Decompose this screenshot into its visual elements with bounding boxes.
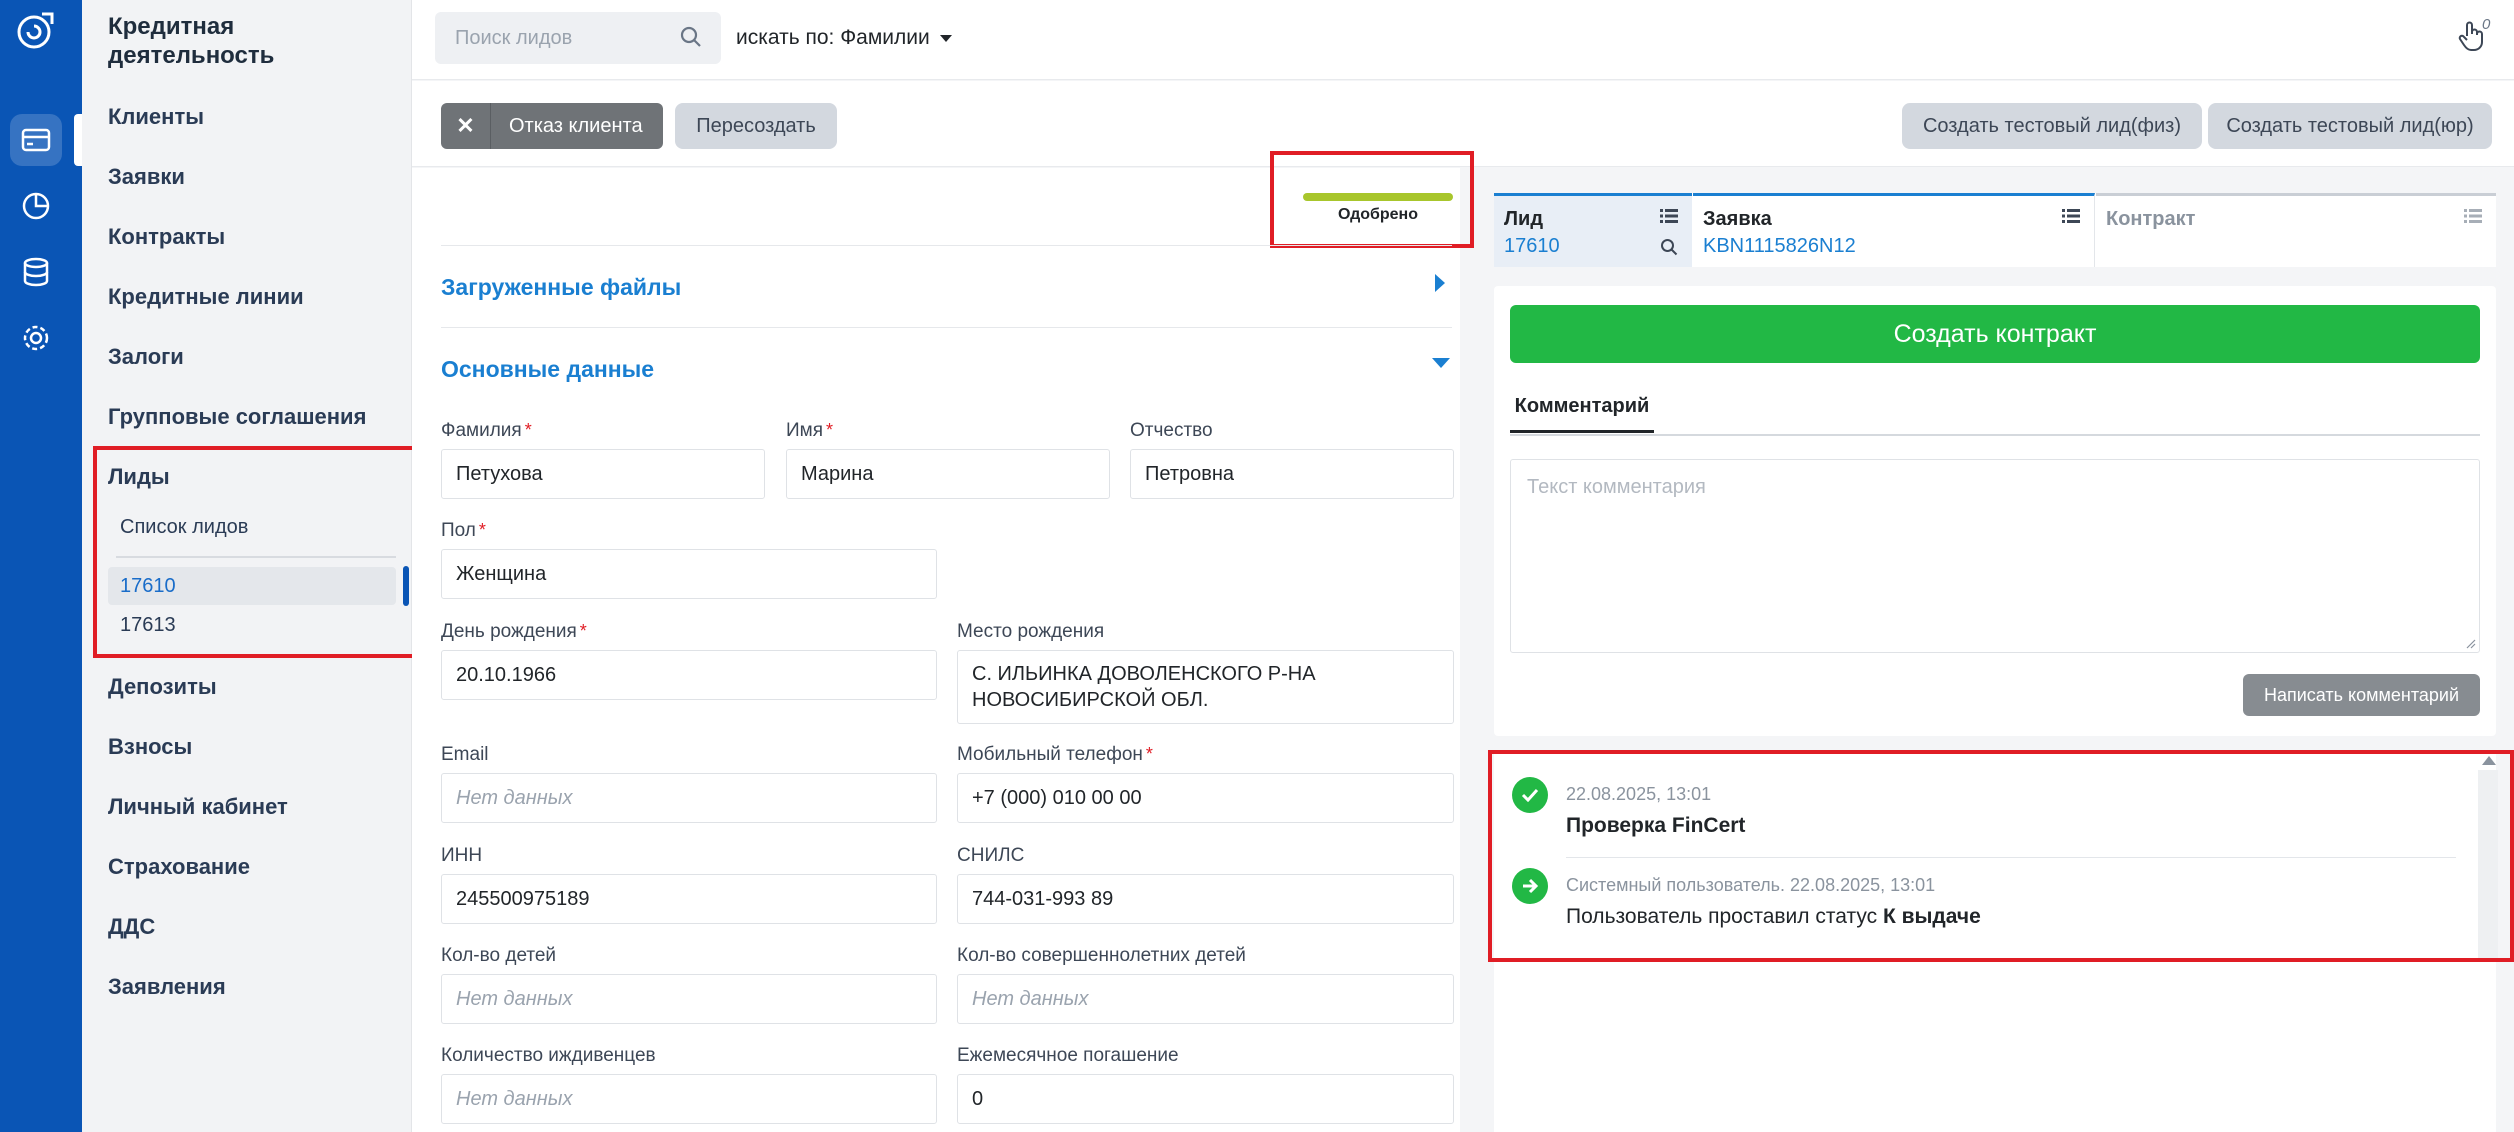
- tab-lead[interactable]: Лид 17610: [1494, 193, 1692, 267]
- list-icon[interactable]: [2464, 208, 2482, 224]
- tab-application[interactable]: Заявка KBN1115826N12: [1693, 193, 2095, 267]
- write-comment-button[interactable]: Написать комментарий: [2243, 674, 2480, 716]
- rail-active-indicator: [74, 114, 82, 166]
- tab-comment[interactable]: Комментарий: [1510, 395, 1654, 433]
- patronymic-field[interactable]: Петровна: [1130, 449, 1454, 499]
- birthplace-label: Место рождения: [957, 621, 1105, 642]
- tab-lead-value[interactable]: 17610: [1504, 235, 1682, 258]
- resize-grip-icon[interactable]: [2466, 639, 2476, 649]
- create-test-lead-phys-button[interactable]: Создать тестовый лид(физ): [1902, 103, 2202, 149]
- phone-label: Мобильный телефон *: [957, 744, 1153, 765]
- section-main-data[interactable]: Основные данные: [441, 356, 654, 383]
- inn-field[interactable]: 245500975189: [441, 874, 937, 924]
- name-label: Имя *: [786, 420, 834, 441]
- search-input[interactable]: [435, 12, 721, 64]
- nav-item-personal-account[interactable]: Личный кабинет: [108, 794, 288, 820]
- comment-tab-underline: [1510, 434, 2480, 436]
- list-icon[interactable]: [1660, 208, 1678, 224]
- rail-credit-button[interactable]: [10, 114, 62, 166]
- tab-contract[interactable]: Контракт: [2096, 193, 2496, 267]
- nav-item-insurance[interactable]: Страхование: [108, 854, 250, 880]
- adult-children-label: Кол-во совершеннолетних детей: [957, 945, 1246, 966]
- entity-tabs: Лид 17610 Заявка KBN1115826N12 Контракт: [1494, 193, 2496, 267]
- logo-icon: [17, 12, 54, 49]
- patronymic-label: Отчество: [1130, 420, 1213, 441]
- nav-item-collateral[interactable]: Залоги: [108, 344, 184, 370]
- card-icon: [21, 128, 51, 152]
- snils-label: СНИЛС: [957, 845, 1025, 866]
- inn-label: ИНН: [441, 845, 483, 866]
- database-icon: [23, 257, 49, 287]
- chevron-down-icon: [939, 34, 952, 42]
- monthly-payment-field[interactable]: 0: [957, 1074, 1454, 1124]
- settings-icon: [23, 325, 49, 351]
- surname-label: Фамилия *: [441, 420, 532, 441]
- dependents-label: Количество иждивенцев: [441, 1045, 656, 1066]
- highlight-status-box: [1270, 151, 1474, 248]
- nav-item-applications[interactable]: Заявки: [108, 164, 185, 190]
- children-field[interactable]: Нет данных: [441, 974, 937, 1024]
- children-label: Кол-во детей: [441, 945, 557, 966]
- birthplace-field[interactable]: С. ИЛЬИНКА ДОВОЛЕНСКОГО Р-НА НОВОСИБИРСК…: [957, 650, 1454, 724]
- email-field[interactable]: Нет данных: [441, 773, 937, 823]
- nav-title: Кредитная деятельность: [108, 13, 275, 69]
- search-icon[interactable]: [680, 26, 702, 48]
- section-uploaded-files[interactable]: Загруженные файлы: [441, 274, 681, 301]
- nav-item-deposits[interactable]: Депозиты: [108, 674, 217, 700]
- tab-application-value[interactable]: KBN1115826N12: [1703, 235, 2084, 258]
- tab-lead-title: Лид: [1504, 208, 1544, 230]
- recreate-button[interactable]: Пересоздать: [675, 103, 837, 149]
- snils-field[interactable]: 744-031-993 89: [957, 874, 1454, 924]
- nav-item-payments[interactable]: Взносы: [108, 734, 192, 760]
- create-contract-button[interactable]: Создать контракт: [1510, 305, 2480, 363]
- email-label: Email: [441, 744, 489, 765]
- icon-rail: [0, 0, 82, 1132]
- birthday-label: День рождения *: [441, 621, 587, 642]
- monthly-payment-label: Ежемесячное погашение: [957, 1045, 1179, 1066]
- rail-database-button[interactable]: [10, 246, 62, 298]
- dependents-field[interactable]: Нет данных: [441, 1074, 937, 1124]
- surname-field[interactable]: Петухова: [441, 449, 765, 499]
- nav-item-clients[interactable]: Клиенты: [108, 104, 204, 130]
- search-icon[interactable]: [1660, 238, 1678, 256]
- logo[interactable]: [14, 8, 58, 52]
- pie-chart-icon: [22, 192, 50, 220]
- search-by-dropdown[interactable]: искать по: Фамилии: [736, 26, 952, 50]
- phone-field[interactable]: +7 (000) 010 00 00: [957, 773, 1454, 823]
- tab-application-title: Заявка: [1703, 208, 1772, 230]
- gender-label: Пол *: [441, 520, 486, 541]
- gender-select[interactable]: Женщина: [441, 549, 937, 599]
- nav-item-group-agreements[interactable]: Групповые соглашения: [108, 404, 366, 430]
- create-test-lead-jur-button[interactable]: Создать тестовый лид(юр): [2208, 103, 2492, 149]
- nav-item-dds[interactable]: ДДС: [108, 914, 155, 940]
- adult-children-field[interactable]: Нет данных: [957, 974, 1454, 1024]
- rail-settings-button[interactable]: [10, 312, 62, 364]
- rail-analytics-button[interactable]: [10, 180, 62, 232]
- nav-item-statements[interactable]: Заявления: [108, 974, 226, 1000]
- tab-contract-title: Контракт: [2106, 208, 2196, 230]
- nav-item-credit-lines[interactable]: Кредитные линии: [108, 284, 304, 310]
- list-icon[interactable]: [2062, 208, 2080, 224]
- chevron-right-icon[interactable]: [1435, 274, 1445, 292]
- name-field[interactable]: Марина: [786, 449, 1110, 499]
- birthday-field[interactable]: 20.10.1966: [441, 650, 937, 700]
- comment-textarea[interactable]: [1510, 459, 2480, 653]
- notification-count: 0: [2482, 16, 2491, 33]
- top-bar: искать по: Фамилии 0: [412, 0, 2514, 80]
- chevron-down-icon[interactable]: [1432, 358, 1450, 368]
- close-icon: ✕: [441, 103, 491, 149]
- client-reject-label: Отказ клиента: [509, 114, 643, 137]
- nav-item-contracts[interactable]: Контракты: [108, 224, 225, 250]
- highlight-leads-box: [93, 446, 424, 658]
- search-by-label: искать по: Фамилии: [736, 26, 930, 49]
- divider: [441, 245, 1452, 246]
- client-reject-button[interactable]: ✕ Отказ клиента: [441, 103, 663, 149]
- highlight-event-box: [1488, 750, 2514, 962]
- divider: [441, 327, 1452, 328]
